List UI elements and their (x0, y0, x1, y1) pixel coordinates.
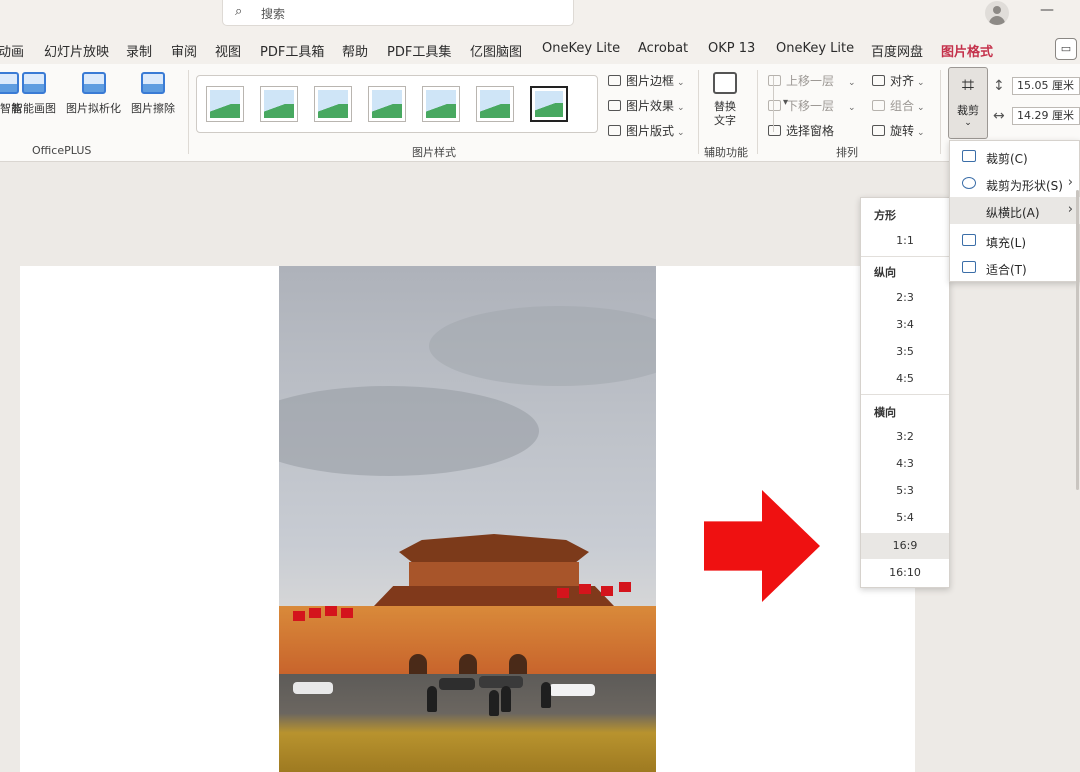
aspect-option-3-2[interactable]: 3:2 (861, 424, 949, 450)
crop-dropdown-menu: 裁剪(C) 裁剪为形状(S) › 纵横比(A) › 填充(L) 适合(T) (949, 140, 1080, 282)
tab-record[interactable]: 录制 (126, 41, 152, 60)
tab-pdf-toolset[interactable]: PDF工具集 (387, 41, 451, 60)
align-button[interactable]: 对齐 ⌄ (872, 72, 925, 89)
picture-style-thumb[interactable] (368, 86, 406, 122)
menu-item-crop[interactable]: 裁剪(C) (950, 143, 1080, 170)
picture-erase-button[interactable]: 图片擦除 (131, 72, 175, 116)
crop-button[interactable]: ⌗ 裁剪 ⌄ (948, 67, 988, 139)
menu-item-aspect-ratio[interactable]: 纵横比(A) › (950, 197, 1080, 224)
tab-onekey-lite-2[interactable]: OneKey Lite (776, 41, 854, 56)
picture-style-thumb[interactable] (422, 86, 460, 122)
picture-style-thumb[interactable] (476, 86, 514, 122)
tab-slideshow[interactable]: 幻灯片放映 (44, 41, 109, 60)
aspect-option-16-9[interactable]: 16:9 (861, 533, 949, 559)
rotate-button[interactable]: 旋转 ⌄ (872, 122, 925, 139)
menu-item-fill[interactable]: 填充(L) (950, 227, 1080, 254)
vertical-scrollbar[interactable] (1076, 190, 1079, 490)
fit-icon (962, 261, 976, 273)
group-label-accessibility: 辅助功能 (704, 146, 748, 159)
aspect-ratio-submenu: 方形 1:1 纵向 2:3 3:4 3:5 4:5 横向 3:2 4:3 5:3… (860, 197, 950, 588)
aspect-option-5-4[interactable]: 5:4 (861, 505, 949, 531)
alt-text-button[interactable]: 替换 文字 (713, 72, 737, 128)
picture-style-thumb[interactable] (260, 86, 298, 122)
menu-item-crop-to-shape[interactable]: 裁剪为形状(S) › (950, 170, 1080, 197)
tab-picture-format[interactable]: 图片格式 (941, 41, 994, 67)
crop-icon: ⌗ (961, 73, 975, 98)
aspect-option-3-5[interactable]: 3:5 (861, 339, 949, 365)
ribbon-tabs: 动画 幻灯片放映 录制 审阅 视图 PDF工具箱 帮助 PDF工具集 亿图脑图 … (0, 32, 1080, 67)
search-placeholder: 搜索 (261, 7, 286, 21)
picture-layout-button[interactable]: 图片版式 ⌄ (608, 122, 685, 139)
group-icon (872, 100, 885, 111)
picture-icon (22, 72, 46, 94)
minimize-button[interactable]: — (1040, 2, 1054, 18)
picture-styles-gallery: ▾ (196, 75, 788, 133)
aspect-option-2-3[interactable]: 2:3 (861, 285, 949, 311)
title-bar: ⌕ 搜索 — (0, 0, 1080, 32)
tab-acrobat[interactable]: Acrobat (638, 41, 688, 56)
border-icon (608, 75, 621, 86)
width-field[interactable]: 14.29 厘米 (1012, 107, 1080, 125)
picture-border-button[interactable]: 图片边框 ⌄ (608, 72, 685, 89)
height-field[interactable]: 15.05 厘米 (1012, 77, 1080, 95)
aspect-option-16-10[interactable]: 16:10 (861, 560, 949, 586)
tab-mindmap[interactable]: 亿图脑图 (470, 41, 522, 60)
picture-style-thumb[interactable] (206, 86, 244, 122)
comment-icon[interactable]: ▭ (1055, 38, 1077, 60)
chevron-right-icon: › (1067, 175, 1073, 190)
height-icon: ↕ (993, 78, 1005, 94)
group-label-arrange: 排列 (836, 146, 858, 159)
avatar[interactable] (985, 1, 1009, 25)
picture-style-thumb[interactable] (530, 86, 568, 122)
aspect-option-3-4[interactable]: 3:4 (861, 312, 949, 338)
tab-pdf-toolbox[interactable]: PDF工具箱 (260, 41, 324, 60)
fill-icon (962, 234, 976, 246)
submenu-heading-landscape: 横向 (874, 406, 896, 419)
aspect-option-5-3[interactable]: 5:3 (861, 478, 949, 504)
search-box[interactable]: ⌕ 搜索 (222, 0, 574, 26)
width-icon: ↔ (993, 108, 1005, 124)
chevron-right-icon: › (1067, 202, 1073, 217)
effects-icon (608, 100, 621, 111)
menu-item-fit[interactable]: 适合(T) (950, 254, 1080, 281)
crop-icon (962, 150, 976, 162)
gallery-more-icon[interactable]: ▾ (773, 76, 797, 132)
tab-review[interactable]: 审阅 (171, 41, 197, 60)
align-icon (872, 75, 885, 86)
aspect-option-4-3[interactable]: 4:3 (861, 451, 949, 477)
picture-effects-button[interactable]: 图片效果 ⌄ (608, 97, 685, 114)
search-icon: ⌕ (235, 4, 243, 19)
rotate-icon (872, 125, 885, 136)
chevron-down-icon: ⌄ (964, 118, 972, 128)
layout-icon (608, 125, 621, 136)
group-button[interactable]: 组合 ⌄ (872, 97, 925, 114)
picture-ink-button[interactable]: 图片拟析化 (66, 72, 121, 116)
aspect-option-1-1[interactable]: 1:1 (861, 228, 949, 254)
tab-okp13[interactable]: OKP 13 (708, 41, 755, 56)
tab-animation[interactable]: 动画 (0, 41, 24, 60)
eraser-icon (141, 72, 165, 94)
submenu-heading-portrait: 纵向 (874, 266, 896, 279)
group-label-picture-styles: 图片样式 (412, 146, 456, 159)
portrait-icon (81, 72, 106, 94)
smart-draw-button[interactable]: 智能画图 (12, 72, 56, 116)
tab-view[interactable]: 视图 (215, 41, 241, 60)
submenu-heading-square: 方形 (874, 209, 896, 222)
aspect-option-4-5[interactable]: 4:5 (861, 366, 949, 392)
group-label-officeplus: OfficePLUS (32, 144, 92, 157)
alt-text-icon (713, 72, 737, 94)
slide-photo[interactable] (279, 266, 656, 772)
picture-style-thumb[interactable] (314, 86, 352, 122)
shape-icon (962, 177, 976, 189)
tab-help[interactable]: 帮助 (342, 41, 368, 60)
tab-onekey-lite[interactable]: OneKey Lite (542, 41, 620, 56)
tab-baidu-netdisk[interactable]: 百度网盘 (871, 41, 923, 60)
